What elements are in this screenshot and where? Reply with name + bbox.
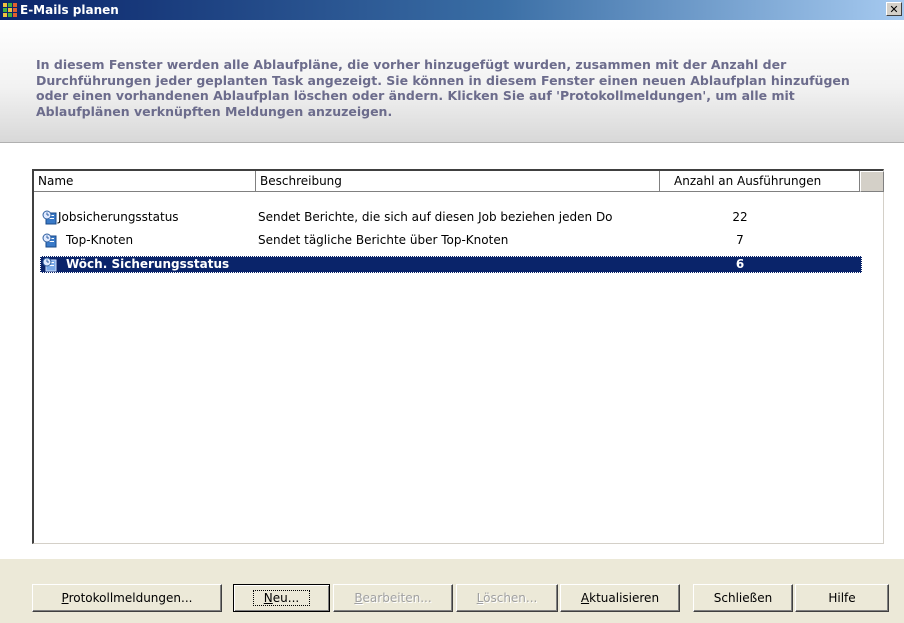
row-name: Top-Knoten: [66, 233, 134, 247]
column-description[interactable]: Beschreibung: [256, 171, 660, 192]
list-item[interactable]: Jobsicherungsstatus Sendet Berichte, die…: [40, 209, 862, 226]
content-panel: Name Beschreibung Anzahl an Ausführungen…: [0, 143, 904, 558]
row-count: 7: [736, 233, 744, 247]
new-button[interactable]: Neu...: [233, 584, 330, 612]
row-count: 22: [732, 210, 748, 224]
title-bar: E-Mails planen ✕: [0, 0, 904, 20]
column-header: Name Beschreibung Anzahl an Ausführungen: [34, 171, 884, 192]
close-button[interactable]: Schließen: [693, 584, 793, 612]
column-filler: [860, 171, 884, 192]
delete-button[interactable]: Löschen...: [456, 584, 558, 612]
column-run-count[interactable]: Anzahl an Ausführungen: [660, 171, 860, 192]
log-messages-button[interactable]: Protokollmeldungen...: [32, 584, 222, 612]
header-description: In diesem Fenster werden alle Ablaufplän…: [36, 57, 850, 119]
email-schedule-icon: [42, 210, 57, 225]
row-description: Sendet tägliche Berichte über Top-Knoten: [258, 233, 509, 247]
row-name: Wöch. Sicherungsstatus: [66, 257, 230, 271]
schedule-list[interactable]: Name Beschreibung Anzahl an Ausführungen…: [32, 169, 884, 544]
button-bar: Protokollmeldungen... Neu... Bearbeiten.…: [0, 558, 904, 623]
focus-rect: Neu...: [252, 590, 311, 606]
email-schedule-icon: [42, 233, 57, 248]
list-item[interactable]: Top-Knoten Sendet tägliche Berichte über…: [40, 232, 862, 249]
refresh-button[interactable]: Aktualisieren: [560, 584, 680, 612]
row-count: 6: [735, 257, 745, 271]
row-name: Jobsicherungsstatus: [58, 210, 179, 224]
list-item-selected[interactable]: Wöch. Sicherungsstatus 6: [40, 256, 862, 273]
header-panel: In diesem Fenster werden alle Ablaufplän…: [0, 20, 904, 143]
app-grid-icon: [3, 3, 17, 17]
column-name[interactable]: Name: [34, 171, 256, 192]
close-window-button[interactable]: ✕: [886, 2, 902, 16]
window-title: E-Mails planen: [20, 3, 119, 17]
edit-button[interactable]: Bearbeiten...: [333, 584, 453, 612]
email-schedule-icon: [42, 257, 57, 272]
row-description: Sendet Berichte, die sich auf diesen Job…: [258, 210, 613, 224]
help-button[interactable]: Hilfe: [795, 584, 889, 612]
